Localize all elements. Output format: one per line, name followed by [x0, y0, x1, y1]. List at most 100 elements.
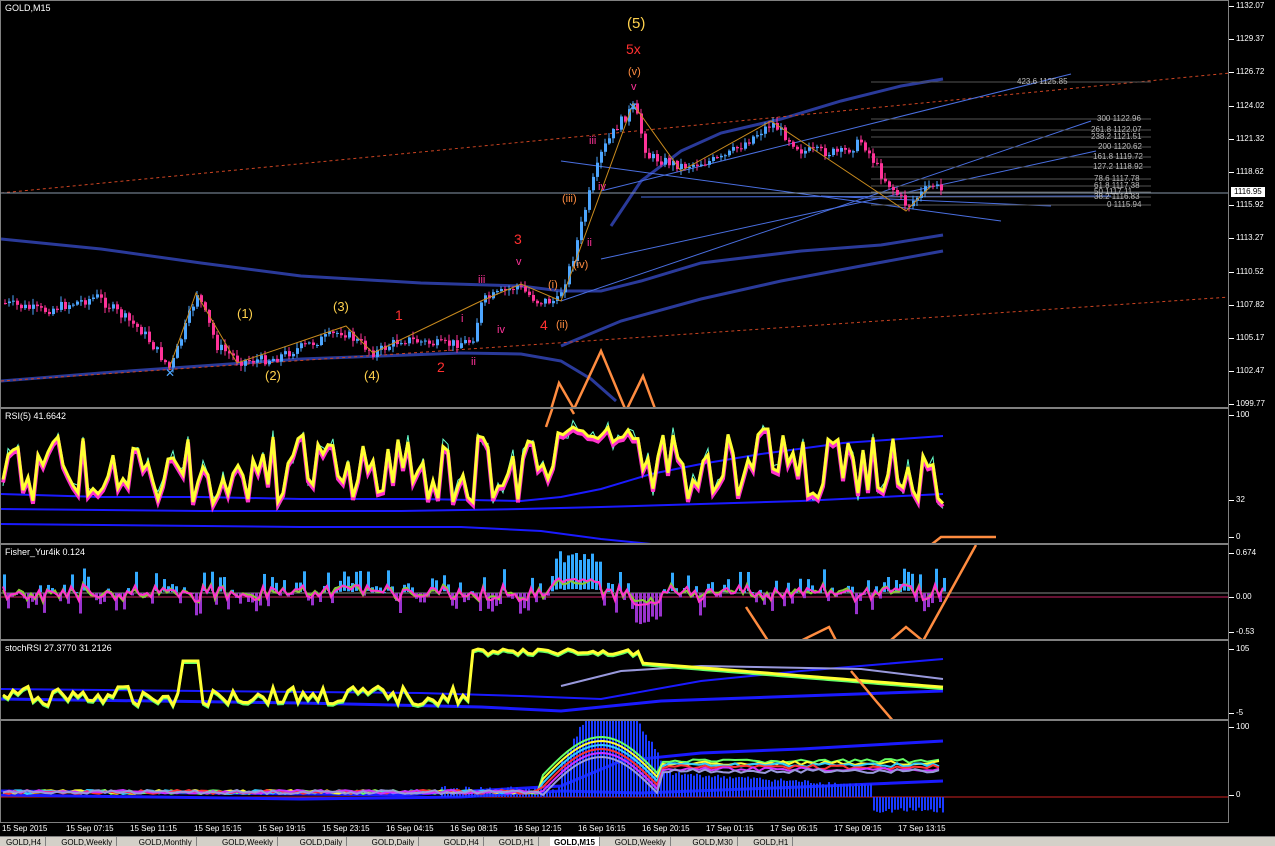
channel-ray — [601, 74, 1071, 191]
candle-body — [724, 155, 727, 156]
candle-body — [904, 195, 907, 205]
price-chart-pane[interactable]: ✕✕ GOLD,M15 423.6 1125.85300 1122.96261.… — [0, 0, 1229, 408]
fib-level-label: 423.6 1125.85 — [1017, 77, 1068, 86]
candle-body — [292, 354, 295, 356]
fisher-bar — [579, 560, 582, 590]
candle-body — [756, 135, 759, 136]
fisher-pane[interactable]: Fisher_Yur4ik 0.124 — [0, 544, 1229, 640]
candle-body — [848, 150, 851, 153]
wave-label-iii2: iii — [589, 135, 596, 147]
price-tick: 1115.92 — [1236, 200, 1264, 210]
histogram-bar — [711, 777, 713, 797]
rsi-pane[interactable]: RSI(5) 41.6642 — [0, 408, 1229, 544]
histogram-bar — [726, 779, 728, 797]
histogram-bar — [780, 778, 782, 797]
candle-body — [584, 210, 587, 222]
candle-body — [260, 355, 263, 359]
candle-body — [432, 344, 435, 346]
stoch-tick-top: 105 — [1236, 644, 1249, 654]
candle-body — [100, 294, 103, 297]
fisher-tick-top: 0.674 — [1236, 548, 1256, 558]
histogram-bar — [900, 797, 902, 808]
time-tick: 15 Sep 11:15 — [130, 824, 177, 833]
histogram-bar — [789, 780, 791, 797]
fifth-tick-zero: 0 — [1236, 790, 1240, 800]
candle-body — [752, 137, 755, 144]
candle-body — [700, 165, 703, 166]
time-tick: 17 Sep 01:15 — [706, 824, 754, 833]
candle-body — [616, 129, 619, 130]
fib-level-label: 161.8 1119.72 — [1093, 152, 1143, 161]
histogram-bar — [672, 775, 674, 797]
candle-body — [340, 333, 343, 335]
stochrsi-pane[interactable]: stochRSI 27.3770 31.2126 — [0, 640, 1229, 720]
candle-body — [112, 304, 115, 308]
candle-body — [544, 299, 547, 304]
histogram-bar — [936, 797, 938, 812]
candle-body — [40, 306, 43, 308]
histogram-pane[interactable] — [0, 720, 1229, 823]
fisher-bar — [519, 593, 522, 614]
wave-label-iv1: iv — [497, 324, 505, 336]
candle-body — [608, 138, 611, 143]
candle-body — [120, 309, 123, 317]
candle-body — [124, 313, 127, 317]
candle-body — [736, 147, 739, 148]
histogram-canvas — [1, 721, 1229, 823]
candle-body — [68, 305, 71, 309]
fifth-tick-top: 100 — [1236, 722, 1249, 732]
histogram-bar — [750, 779, 752, 797]
candle-body — [92, 298, 95, 299]
candle-body — [940, 184, 943, 190]
histogram-bar — [630, 721, 632, 797]
candle-body — [468, 340, 471, 343]
candle-body — [480, 302, 483, 322]
price-tick: 1099.77 — [1236, 399, 1265, 409]
candle-body — [456, 340, 459, 348]
candle-body — [856, 140, 859, 151]
fisher-bar — [595, 562, 598, 590]
candle-body — [440, 339, 443, 340]
candle-body — [860, 140, 863, 143]
candle-body — [496, 291, 499, 292]
fisher-bar — [563, 562, 566, 590]
wave-label-i1: i — [461, 313, 463, 325]
histogram-bar — [768, 780, 770, 797]
fisher-bar — [343, 572, 346, 591]
candle-body — [296, 348, 299, 354]
price-axis[interactable]: 1132.071129.371126.721124.021121.321118.… — [1229, 0, 1275, 823]
low-marker-icon: ✕ — [165, 366, 175, 380]
histogram-bar — [603, 721, 605, 797]
histogram-bar — [849, 783, 851, 797]
histogram-bar — [804, 780, 806, 797]
candle-body — [36, 305, 39, 307]
histogram-bar — [552, 789, 554, 797]
wave-label-r3: 3 — [514, 231, 522, 247]
candle-body — [448, 340, 451, 345]
histogram-bar — [795, 780, 797, 797]
price-tick: 1113.27 — [1236, 233, 1264, 243]
candle-body — [404, 343, 407, 344]
candle-body — [768, 127, 771, 128]
time-tick: 17 Sep 13:15 — [898, 824, 946, 833]
candle-body — [936, 184, 939, 186]
candle-body — [428, 341, 431, 344]
wave-label-oi: (i) — [548, 279, 558, 291]
time-axis[interactable]: 15 Sep 201515 Sep 07:1515 Sep 11:1515 Se… — [0, 822, 1229, 837]
candle-body — [104, 298, 107, 308]
histogram-bar — [717, 775, 719, 797]
fib-level-label: 0 1115.94 — [1107, 200, 1141, 209]
candle-body — [784, 127, 787, 140]
candle-body — [148, 332, 151, 342]
candle-body — [56, 309, 59, 310]
candle-body — [656, 154, 659, 161]
histogram-bar — [606, 721, 608, 797]
histogram-bar — [903, 797, 905, 811]
price-tick: 1121.32 — [1236, 134, 1264, 144]
histogram-bar — [675, 773, 677, 797]
histogram-bar — [783, 780, 785, 797]
price-chart-canvas: ✕✕ — [1, 1, 1229, 408]
candle-body — [704, 165, 707, 166]
histogram-bar — [918, 797, 920, 808]
candle-body — [528, 292, 531, 295]
